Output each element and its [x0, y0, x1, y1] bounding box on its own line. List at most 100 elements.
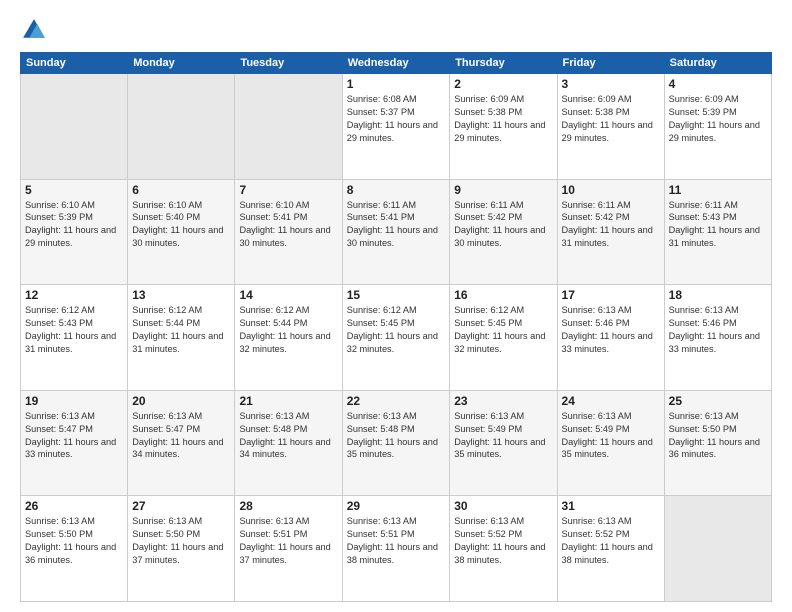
day-cell: 13 Sunrise: 6:12 AMSunset: 5:44 PMDayligh… — [128, 285, 235, 391]
day-number: 2 — [454, 77, 552, 91]
day-info: Sunrise: 6:13 AMSunset: 5:48 PMDaylight:… — [239, 410, 337, 462]
day-number: 10 — [562, 183, 660, 197]
weekday-header-monday: Monday — [128, 53, 235, 74]
day-number: 29 — [347, 499, 446, 513]
day-cell: 26 Sunrise: 6:13 AMSunset: 5:50 PMDayligh… — [21, 496, 128, 602]
day-number: 3 — [562, 77, 660, 91]
day-cell: 17 Sunrise: 6:13 AMSunset: 5:46 PMDayligh… — [557, 285, 664, 391]
weekday-header-row: SundayMondayTuesdayWednesdayThursdayFrid… — [21, 53, 772, 74]
day-cell: 22 Sunrise: 6:13 AMSunset: 5:48 PMDayligh… — [342, 390, 450, 496]
day-cell: 27 Sunrise: 6:13 AMSunset: 5:50 PMDayligh… — [128, 496, 235, 602]
day-cell — [128, 74, 235, 180]
header — [20, 16, 772, 44]
day-info: Sunrise: 6:12 AMSunset: 5:45 PMDaylight:… — [454, 304, 552, 356]
day-number: 24 — [562, 394, 660, 408]
day-cell: 12 Sunrise: 6:12 AMSunset: 5:43 PMDayligh… — [21, 285, 128, 391]
day-cell: 6Sunrise: 6:10 AMSunset: 5:40 PMDaylight… — [128, 179, 235, 285]
day-cell: 21Sunrise: 6:13 AMSunset: 5:48 PMDayligh… — [235, 390, 342, 496]
day-cell: 1 Sunrise: 6:08 AMSunset: 5:37 PMDaylight… — [342, 74, 450, 180]
day-number: 28 — [239, 499, 337, 513]
day-info: Sunrise: 6:08 AMSunset: 5:37 PMDaylight:… — [347, 93, 446, 145]
day-number: 12 — [25, 288, 123, 302]
day-cell — [664, 496, 771, 602]
logo-icon — [20, 16, 48, 44]
day-cell: 20 Sunrise: 6:13 AMSunset: 5:47 PMDayligh… — [128, 390, 235, 496]
day-info: Sunrise: 6:13 AMSunset: 5:50 PMDaylight:… — [669, 410, 767, 462]
day-number: 5 — [25, 183, 123, 197]
day-cell: 24 Sunrise: 6:13 AMSunset: 5:49 PMDayligh… — [557, 390, 664, 496]
day-info: Sunrise: 6:09 AMSunset: 5:39 PMDaylight:… — [669, 93, 767, 145]
day-cell: 4 Sunrise: 6:09 AMSunset: 5:39 PMDaylight… — [664, 74, 771, 180]
day-info: Sunrise: 6:13 AMSunset: 5:50 PMDaylight:… — [132, 515, 230, 567]
day-info: Sunrise: 6:13 AMSunset: 5:49 PMDaylight:… — [562, 410, 660, 462]
day-cell: 2 Sunrise: 6:09 AMSunset: 5:38 PMDaylight… — [450, 74, 557, 180]
day-cell: 3 Sunrise: 6:09 AMSunset: 5:38 PMDaylight… — [557, 74, 664, 180]
weekday-header-thursday: Thursday — [450, 53, 557, 74]
day-number: 8 — [347, 183, 446, 197]
day-cell: 18 Sunrise: 6:13 AMSunset: 5:46 PMDayligh… — [664, 285, 771, 391]
day-info: Sunrise: 6:09 AMSunset: 5:38 PMDaylight:… — [562, 93, 660, 145]
day-number: 22 — [347, 394, 446, 408]
day-info: Sunrise: 6:12 AMSunset: 5:44 PMDaylight:… — [239, 304, 337, 356]
day-number: 19 — [25, 394, 123, 408]
day-info: Sunrise: 6:13 AMSunset: 5:48 PMDaylight:… — [347, 410, 446, 462]
day-cell: 19 Sunrise: 6:13 AMSunset: 5:47 PMDayligh… — [21, 390, 128, 496]
day-cell: 15Sunrise: 6:12 AMSunset: 5:45 PMDayligh… — [342, 285, 450, 391]
day-number: 1 — [347, 77, 446, 91]
week-row-5: 26 Sunrise: 6:13 AMSunset: 5:50 PMDayligh… — [21, 496, 772, 602]
day-cell: 7 Sunrise: 6:10 AMSunset: 5:41 PMDaylight… — [235, 179, 342, 285]
day-cell: 31 Sunrise: 6:13 AMSunset: 5:52 PMDayligh… — [557, 496, 664, 602]
weekday-header-tuesday: Tuesday — [235, 53, 342, 74]
day-cell: 8 Sunrise: 6:11 AMSunset: 5:41 PMDaylight… — [342, 179, 450, 285]
week-row-1: 1 Sunrise: 6:08 AMSunset: 5:37 PMDaylight… — [21, 74, 772, 180]
day-cell: 11Sunrise: 6:11 AMSunset: 5:43 PMDayligh… — [664, 179, 771, 285]
weekday-header-saturday: Saturday — [664, 53, 771, 74]
day-info: Sunrise: 6:12 AMSunset: 5:43 PMDaylight:… — [25, 304, 123, 356]
day-info: Sunrise: 6:13 AMSunset: 5:47 PMDaylight:… — [25, 410, 123, 462]
day-info: Sunrise: 6:13 AMSunset: 5:51 PMDaylight:… — [347, 515, 446, 567]
logo — [20, 16, 52, 44]
day-info: Sunrise: 6:10 AMSunset: 5:40 PMDaylight:… — [132, 199, 230, 251]
day-number: 20 — [132, 394, 230, 408]
day-number: 17 — [562, 288, 660, 302]
day-info: Sunrise: 6:11 AMSunset: 5:42 PMDaylight:… — [562, 199, 660, 251]
day-info: Sunrise: 6:11 AMSunset: 5:42 PMDaylight:… — [454, 199, 552, 251]
day-number: 4 — [669, 77, 767, 91]
day-info: Sunrise: 6:13 AMSunset: 5:46 PMDaylight:… — [669, 304, 767, 356]
day-info: Sunrise: 6:13 AMSunset: 5:50 PMDaylight:… — [25, 515, 123, 567]
day-info: Sunrise: 6:13 AMSunset: 5:46 PMDaylight:… — [562, 304, 660, 356]
day-cell: 29 Sunrise: 6:13 AMSunset: 5:51 PMDayligh… — [342, 496, 450, 602]
day-cell — [21, 74, 128, 180]
week-row-3: 12 Sunrise: 6:12 AMSunset: 5:43 PMDayligh… — [21, 285, 772, 391]
day-number: 7 — [239, 183, 337, 197]
day-number: 13 — [132, 288, 230, 302]
day-info: Sunrise: 6:13 AMSunset: 5:51 PMDaylight:… — [239, 515, 337, 567]
day-info: Sunrise: 6:13 AMSunset: 5:47 PMDaylight:… — [132, 410, 230, 462]
day-number: 25 — [669, 394, 767, 408]
day-info: Sunrise: 6:13 AMSunset: 5:52 PMDaylight:… — [454, 515, 552, 567]
day-number: 27 — [132, 499, 230, 513]
week-row-2: 5 Sunrise: 6:10 AMSunset: 5:39 PMDaylight… — [21, 179, 772, 285]
day-info: Sunrise: 6:09 AMSunset: 5:38 PMDaylight:… — [454, 93, 552, 145]
day-number: 9 — [454, 183, 552, 197]
day-info: Sunrise: 6:10 AMSunset: 5:41 PMDaylight:… — [239, 199, 337, 251]
weekday-header-sunday: Sunday — [21, 53, 128, 74]
day-info: Sunrise: 6:13 AMSunset: 5:52 PMDaylight:… — [562, 515, 660, 567]
day-cell: 14 Sunrise: 6:12 AMSunset: 5:44 PMDayligh… — [235, 285, 342, 391]
day-info: Sunrise: 6:11 AMSunset: 5:43 PMDaylight:… — [669, 199, 767, 251]
day-info: Sunrise: 6:10 AMSunset: 5:39 PMDaylight:… — [25, 199, 123, 251]
weekday-header-friday: Friday — [557, 53, 664, 74]
day-number: 14 — [239, 288, 337, 302]
day-info: Sunrise: 6:11 AMSunset: 5:41 PMDaylight:… — [347, 199, 446, 251]
day-cell: 5 Sunrise: 6:10 AMSunset: 5:39 PMDaylight… — [21, 179, 128, 285]
day-number: 18 — [669, 288, 767, 302]
day-cell: 10 Sunrise: 6:11 AMSunset: 5:42 PMDayligh… — [557, 179, 664, 285]
page: SundayMondayTuesdayWednesdayThursdayFrid… — [0, 0, 792, 612]
day-number: 23 — [454, 394, 552, 408]
day-info: Sunrise: 6:13 AMSunset: 5:49 PMDaylight:… — [454, 410, 552, 462]
day-number: 26 — [25, 499, 123, 513]
day-info: Sunrise: 6:12 AMSunset: 5:44 PMDaylight:… — [132, 304, 230, 356]
day-number: 31 — [562, 499, 660, 513]
day-cell: 25 Sunrise: 6:13 AMSunset: 5:50 PMDayligh… — [664, 390, 771, 496]
day-cell: 30Sunrise: 6:13 AMSunset: 5:52 PMDayligh… — [450, 496, 557, 602]
